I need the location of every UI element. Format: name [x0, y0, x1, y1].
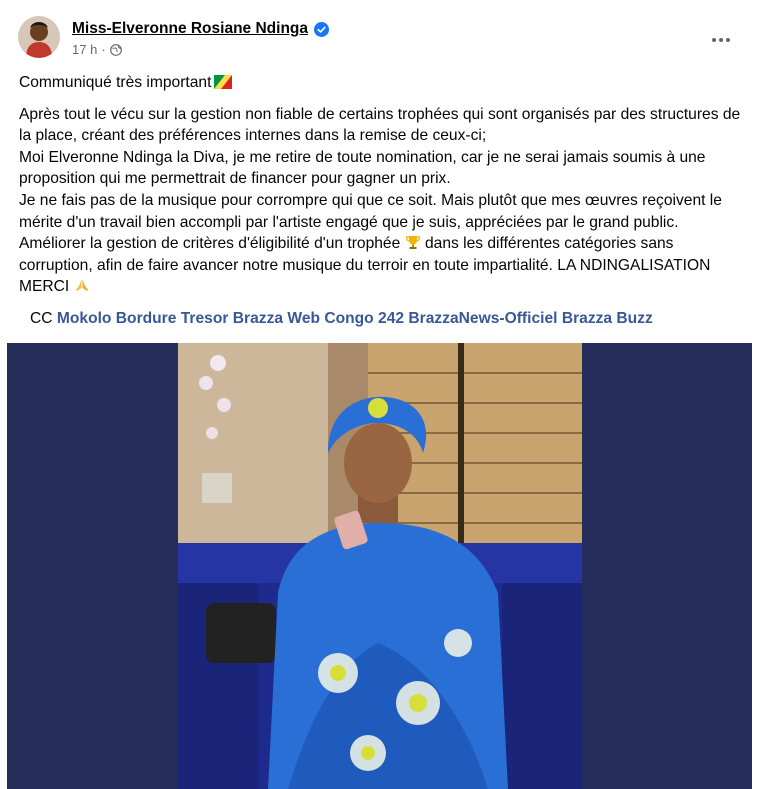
verified-badge-icon [314, 21, 329, 37]
post-message: Communiqué très important Après tout le … [19, 72, 744, 298]
dot-icon [726, 38, 730, 42]
mention-link[interactable]: Brazza Buzz [562, 310, 653, 327]
facebook-post: Miss-Elveronne Rosiane Ndinga 17 h · Com… [0, 0, 759, 789]
author-avatar[interactable] [18, 16, 60, 58]
dot-icon [719, 38, 723, 42]
post-photo[interactable] [178, 343, 582, 789]
meta-separator: · [101, 42, 106, 57]
mention-link[interactable]: Brazza Web Congo 242 [233, 310, 404, 327]
congo-flag-icon [214, 75, 233, 89]
post-paragraph-2: Moi Elveronne Ndinga la Diva, je me reti… [19, 148, 706, 188]
post-timestamp[interactable]: 17 h [72, 42, 97, 57]
post-paragraph-4-start: Améliorer la gestion de critères d'éligi… [19, 235, 401, 253]
more-options-button[interactable] [705, 24, 737, 56]
post-media[interactable] [7, 343, 752, 789]
dot-icon [712, 38, 716, 42]
mention-link[interactable]: Mokolo Bordure Tresor [57, 310, 229, 327]
post-header: Miss-Elveronne Rosiane Ndinga 17 h · [18, 16, 743, 62]
post-meta: 17 h · [72, 42, 122, 57]
trophy-icon [405, 236, 420, 250]
author-name-row: Miss-Elveronne Rosiane Ndinga [72, 20, 329, 38]
globe-icon[interactable] [109, 43, 122, 56]
cc-prefix: CC [30, 310, 53, 327]
post-title-line: Communiqué très important [19, 72, 744, 94]
post-paragraph-4: Améliorer la gestion de critères d'éligi… [19, 233, 744, 298]
mentions-line: CC Mokolo Bordure Tresor Brazza Web Cong… [30, 310, 653, 328]
post-paragraph-3: Je ne fais pas de la musique pour corrom… [19, 191, 722, 231]
post-paragraph-1: Après tout le vécu sur la gestion non fi… [19, 105, 741, 145]
mention-link[interactable]: BrazzaNews-Officiel [408, 310, 557, 327]
folded-hands-icon [75, 279, 88, 292]
author-name[interactable]: Miss-Elveronne Rosiane Ndinga [72, 20, 308, 38]
post-title: Communiqué très important [19, 74, 212, 91]
